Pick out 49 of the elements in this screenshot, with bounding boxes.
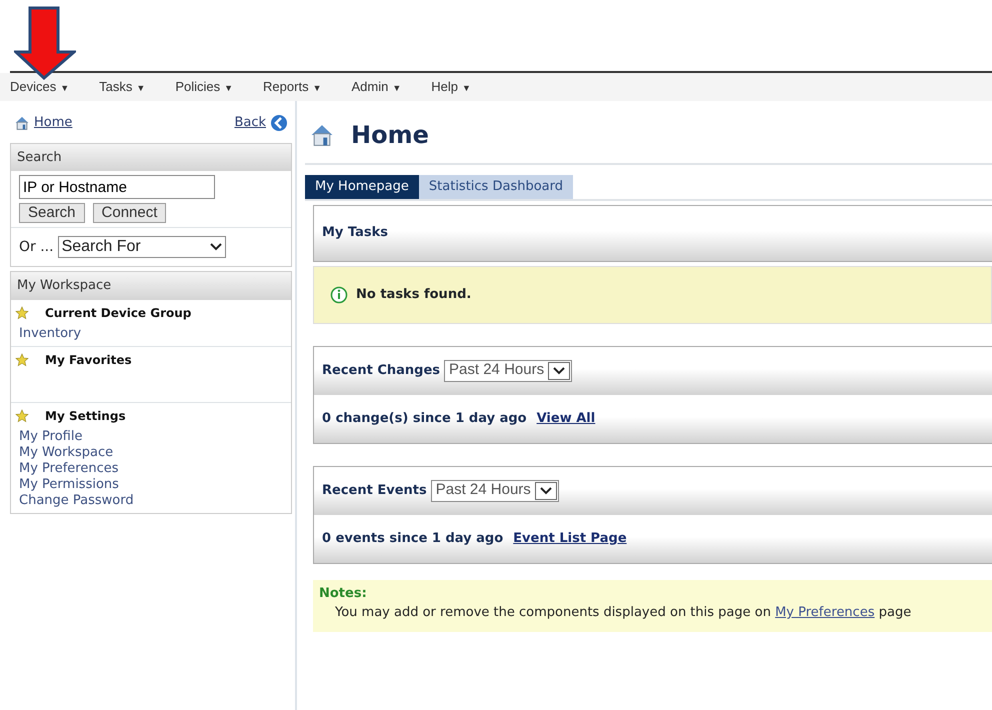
group-title: Current Device Group (45, 304, 192, 322)
workspace-link[interactable]: My Workspace (15, 444, 287, 460)
star-icon (15, 352, 29, 366)
group-title: My Favorites (45, 352, 132, 368)
star-icon (15, 306, 29, 320)
panel-title: My Tasks (322, 224, 388, 242)
workspace-link[interactable]: My Preferences (15, 460, 287, 476)
period-select[interactable]: Past 24 Hours (444, 360, 572, 382)
group-title: My Settings (45, 408, 126, 424)
menu-item[interactable]: Policies ▼ (175, 77, 234, 97)
back-link[interactable]: Back (234, 113, 266, 132)
action-button[interactable]: Connect (92, 203, 166, 223)
preferences-link[interactable]: My Preferences (775, 605, 875, 620)
tab[interactable]: My Homepage (305, 175, 419, 198)
menu-item[interactable]: Tasks ▼ (99, 77, 146, 97)
panel-link[interactable]: View All (536, 408, 596, 428)
workspace-link[interactable]: My Permissions (15, 476, 287, 492)
period-select[interactable]: Past 24 Hours (430, 480, 559, 502)
menu-item[interactable]: Devices ▼ (10, 77, 70, 97)
tab[interactable]: Statistics Dashboard (418, 175, 573, 198)
page-title: Home (351, 120, 429, 151)
panel-title: Recent Changes (322, 362, 440, 380)
notes-text: You may add or remove the components displayed on this page on My Preferences page (334, 604, 912, 622)
chevron-down-icon (553, 366, 566, 374)
panel-header: My Workspace (11, 272, 291, 300)
menu-item[interactable]: Reports ▼ (263, 77, 322, 97)
panel-title: Recent Events (322, 482, 427, 500)
panel-header: Search (11, 144, 291, 171)
chevron-down-icon (540, 486, 552, 494)
back-icon (270, 114, 288, 132)
workspace-link[interactable]: My Profile (15, 428, 287, 444)
menu-item[interactable]: Admin ▼ (352, 77, 402, 97)
panel-link[interactable]: Event List Page (513, 528, 627, 548)
message-text: No tasks found. (356, 286, 472, 304)
workspace-link[interactable]: Change Password (15, 492, 287, 508)
info-icon (330, 286, 348, 304)
summary-text: 0 change(s) since 1 day ago (322, 410, 527, 428)
workspace-link[interactable]: Inventory (15, 326, 287, 342)
action-button[interactable]: Search (19, 203, 85, 223)
star-icon (15, 408, 29, 422)
home-icon (14, 114, 30, 131)
notes-title: Notes: (319, 584, 368, 602)
search-for-select[interactable]: Search For (58, 236, 226, 258)
menu-item[interactable]: Help ▼ (431, 77, 471, 97)
home-link[interactable]: Home (34, 113, 72, 132)
chevron-down-icon (210, 243, 222, 251)
search-field[interactable]: IP or Hostname (19, 175, 215, 199)
summary-text: 0 events since 1 day ago (322, 530, 504, 548)
or-label: Or ... (19, 238, 54, 256)
